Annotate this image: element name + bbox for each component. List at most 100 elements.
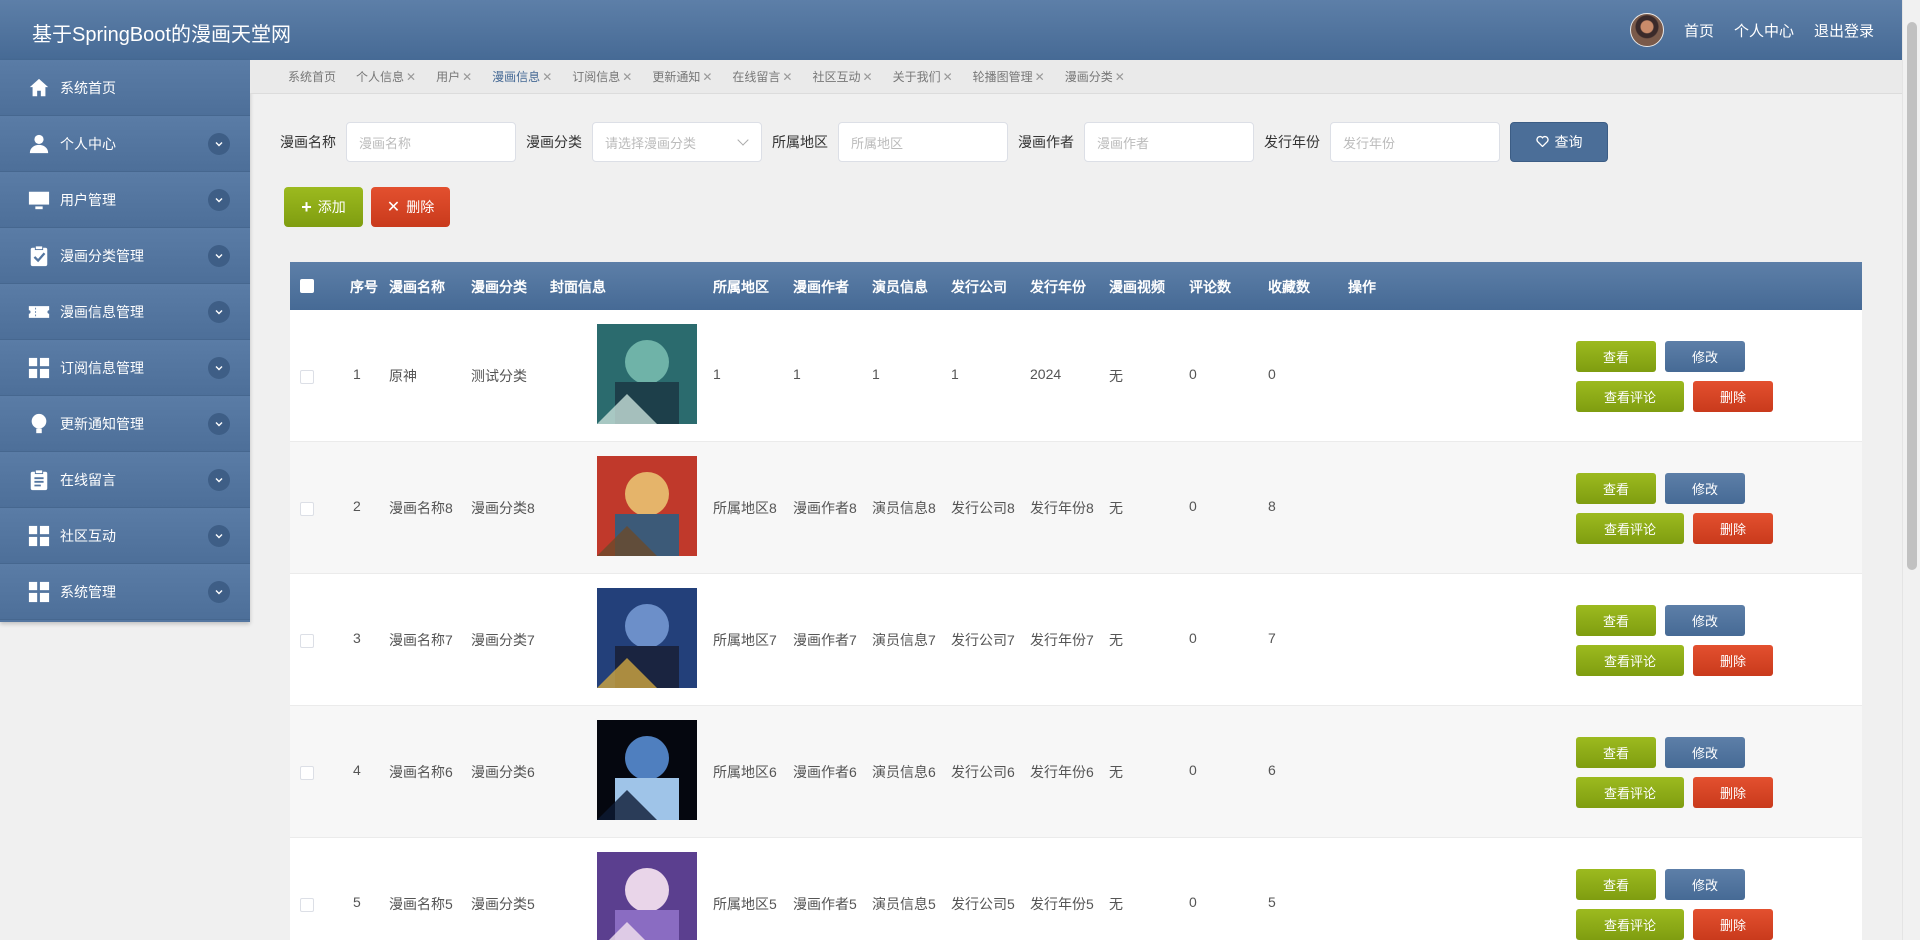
cell-region: 1 — [713, 366, 721, 382]
bulk-delete-button[interactable]: ✕ 删除 — [371, 187, 450, 227]
sidebar-item-3[interactable]: 漫画分类管理 — [0, 228, 250, 284]
tab-8[interactable]: 关于我们 ✕ — [893, 68, 953, 85]
tab-9[interactable]: 轮播图管理 ✕ — [973, 68, 1045, 85]
chevron-down-icon[interactable] — [208, 581, 230, 603]
cover-image — [597, 456, 697, 556]
column-header: 评论数 — [1189, 279, 1231, 295]
row-checkbox[interactable] — [300, 766, 314, 780]
chevron-down-icon[interactable] — [208, 301, 230, 323]
edit-button[interactable]: 修改 — [1665, 605, 1745, 636]
sidebar-item-9[interactable]: 系统管理 — [0, 564, 250, 620]
tab-6[interactable]: 在线留言 ✕ — [732, 68, 792, 85]
view-comments-button[interactable]: 查看评论 — [1576, 513, 1684, 544]
add-button[interactable]: + 添加 — [284, 187, 363, 227]
cell-video: 无 — [1109, 896, 1123, 912]
page-scrollbar[interactable] — [1902, 0, 1920, 940]
tab-5[interactable]: 更新通知 ✕ — [652, 68, 712, 85]
row-checkbox[interactable] — [300, 370, 314, 384]
cell-publisher: 1 — [951, 366, 959, 382]
view-comments-button[interactable]: 查看评论 — [1576, 909, 1684, 940]
tab-7[interactable]: 社区互动 ✕ — [812, 68, 872, 85]
search-input[interactable]: 漫画名称 — [346, 122, 516, 162]
sidebar-item-8[interactable]: 社区互动 — [0, 508, 250, 564]
sidebar-item-1[interactable]: 个人中心 — [0, 116, 250, 172]
category-select[interactable]: 请选择漫画分类 — [592, 122, 762, 162]
avatar[interactable] — [1629, 13, 1664, 47]
view-button[interactable]: 查看 — [1576, 341, 1656, 372]
select-all-checkbox[interactable] — [300, 279, 314, 293]
delete-button[interactable]: 删除 — [1693, 513, 1773, 544]
delete-button[interactable]: 删除 — [1693, 381, 1773, 412]
sidebar-item-5[interactable]: 订阅信息管理 — [0, 340, 250, 396]
view-comments-button[interactable]: 查看评论 — [1576, 381, 1684, 412]
row-checkbox[interactable] — [300, 634, 314, 648]
sidebar-item-4[interactable]: 漫画信息管理 — [0, 284, 250, 340]
sidebar-item-7[interactable]: 在线留言 — [0, 452, 250, 508]
sidebar-item-0[interactable]: 系统首页 — [0, 60, 250, 116]
tab-label: 更新通知 — [652, 70, 701, 84]
cell-video: 无 — [1109, 764, 1123, 780]
sidebar-item-2[interactable]: 用户管理 — [0, 172, 250, 228]
view-button[interactable]: 查看 — [1576, 605, 1656, 636]
tab-4[interactable]: 订阅信息 ✕ — [572, 68, 632, 85]
scrollbar-thumb[interactable] — [1907, 22, 1917, 570]
view-comments-button[interactable]: 查看评论 — [1576, 777, 1684, 808]
edit-button[interactable]: 修改 — [1665, 473, 1745, 504]
plus-icon: + — [301, 196, 312, 217]
chevron-down-icon[interactable] — [208, 525, 230, 547]
view-button[interactable]: 查看 — [1576, 869, 1656, 900]
close-icon[interactable]: ✕ — [542, 70, 552, 84]
tab-label: 用户 — [436, 70, 461, 84]
view-comments-button[interactable]: 查看评论 — [1576, 645, 1684, 676]
cell-comments: 0 — [1189, 498, 1197, 514]
sidebar-item-6[interactable]: 更新通知管理 — [0, 396, 250, 452]
profile-link[interactable]: 个人中心 — [1734, 20, 1794, 41]
close-icon[interactable]: ✕ — [406, 70, 416, 84]
edit-button[interactable]: 修改 — [1665, 737, 1745, 768]
close-icon[interactable]: ✕ — [782, 70, 792, 84]
chevron-down-icon[interactable] — [208, 245, 230, 267]
close-icon[interactable]: ✕ — [1115, 70, 1125, 84]
chevron-down-icon[interactable] — [208, 189, 230, 211]
tab-10[interactable]: 漫画分类 ✕ — [1065, 68, 1125, 85]
edit-button[interactable]: 修改 — [1665, 869, 1745, 900]
tab-2[interactable]: 用户 ✕ — [436, 68, 472, 85]
sidebar-item-label: 用户管理 — [60, 191, 116, 208]
chevron-down-icon[interactable] — [208, 413, 230, 435]
cell-region: 所属地区5 — [713, 896, 777, 912]
column-header: 漫画名称 — [389, 279, 445, 295]
tab-1[interactable]: 个人信息 ✕ — [356, 68, 416, 85]
close-icon[interactable]: ✕ — [702, 70, 712, 84]
edit-button[interactable]: 修改 — [1665, 341, 1745, 372]
search-input[interactable]: 发行年份 — [1330, 122, 1500, 162]
close-icon[interactable]: ✕ — [943, 70, 953, 84]
tab-3[interactable]: 漫画信息 ✕ — [492, 68, 552, 85]
close-icon[interactable]: ✕ — [863, 70, 873, 84]
query-button[interactable]: 查询 — [1510, 122, 1608, 162]
chevron-down-icon[interactable] — [208, 357, 230, 379]
cell-author: 1 — [793, 366, 801, 382]
search-input[interactable]: 漫画作者 — [1084, 122, 1254, 162]
cell-index: 1 — [353, 366, 361, 382]
column-header: 序号 — [350, 279, 378, 295]
delete-button[interactable]: 删除 — [1693, 777, 1773, 808]
logout-link[interactable]: 退出登录 — [1814, 20, 1874, 41]
close-icon[interactable]: ✕ — [1035, 70, 1045, 84]
chevron-down-icon[interactable] — [208, 469, 230, 491]
close-icon[interactable]: ✕ — [462, 70, 472, 84]
cell-comments: 0 — [1189, 894, 1197, 910]
row-checkbox[interactable] — [300, 502, 314, 516]
view-button[interactable]: 查看 — [1576, 473, 1656, 504]
cell-year: 发行年份6 — [1030, 764, 1094, 780]
row-checkbox[interactable] — [300, 898, 314, 912]
chevron-down-icon[interactable] — [208, 133, 230, 155]
tab-0[interactable]: 系统首页 — [288, 68, 336, 85]
delete-button[interactable]: 删除 — [1693, 909, 1773, 940]
search-input[interactable]: 所属地区 — [838, 122, 1008, 162]
home-link[interactable]: 首页 — [1684, 20, 1714, 41]
view-button[interactable]: 查看 — [1576, 737, 1656, 768]
cell-publisher: 发行公司7 — [951, 632, 1015, 648]
close-icon[interactable]: ✕ — [622, 70, 632, 84]
delete-button[interactable]: 删除 — [1693, 645, 1773, 676]
cell-year: 发行年份5 — [1030, 896, 1094, 912]
